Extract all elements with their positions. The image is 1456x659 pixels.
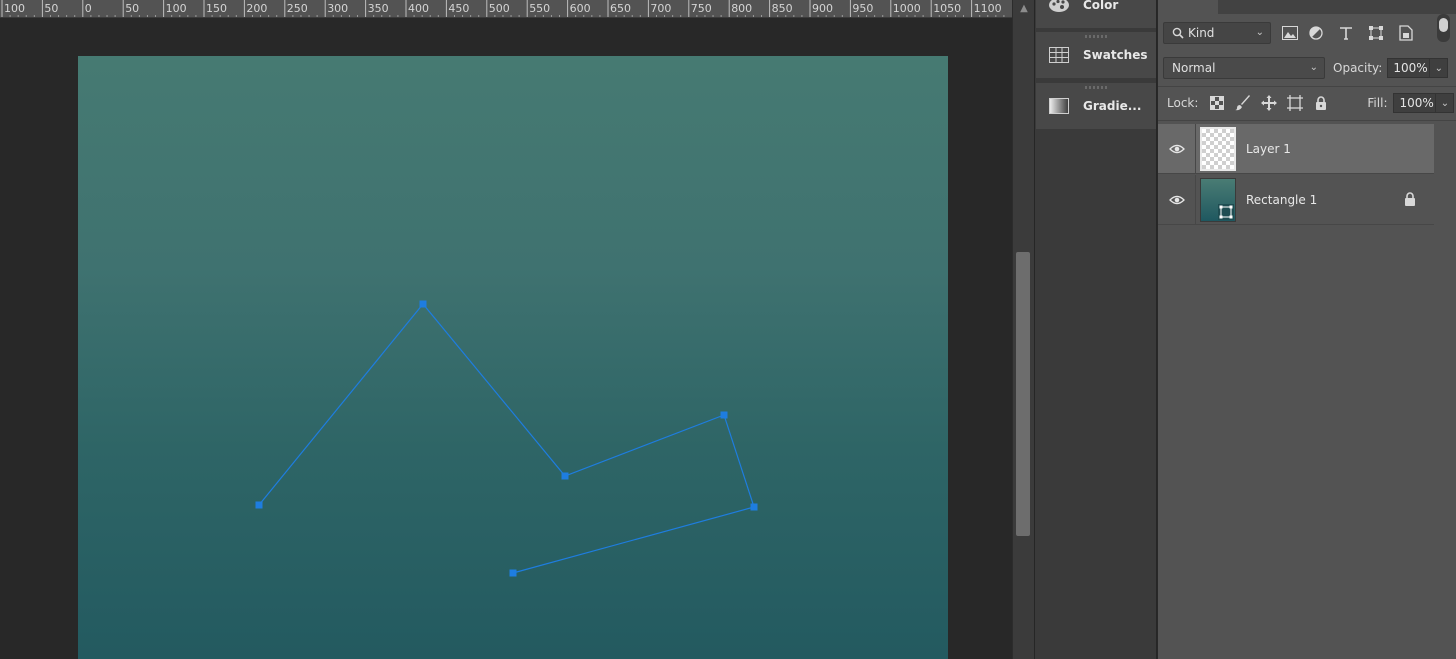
filter-shape-layers-icon[interactable] [1365,22,1387,44]
ruler-label: 100 [166,2,187,15]
lock-all-icon[interactable] [1311,93,1331,113]
gradients-panel-button[interactable]: Gradie... [1036,83,1156,129]
filter-pixel-layers-icon[interactable] [1279,22,1301,44]
panel-grip [1085,86,1107,89]
ruler-label: 800 [731,2,752,15]
layer-row-rectangle-1[interactable]: Rectangle 1 [1158,174,1434,225]
visibility-eye-icon[interactable] [1158,174,1196,225]
swatches-panel-label: Swatches [1083,48,1148,62]
filter-kind-dropdown[interactable]: Kind ⌄ [1163,22,1271,44]
ruler-label: 450 [448,2,469,15]
ruler-label: 150 [206,2,227,15]
chevron-down-icon: ⌄ [1255,27,1264,38]
blend-mode-value: Normal [1172,61,1216,75]
panel-tab-strip [1218,0,1456,14]
gradients-panel-label: Gradie... [1083,99,1142,113]
ruler-label: 1100 [974,2,1002,15]
swatches-grid-icon [1048,46,1070,64]
ruler-label: 850 [772,2,793,15]
scrollbar-thumb[interactable] [1016,252,1030,536]
lock-transparent-pixels-icon[interactable] [1207,93,1227,113]
layer-name[interactable]: Rectangle 1 [1246,193,1317,207]
ruler-label: 1000 [893,2,921,15]
chevron-down-icon: ⌄ [1309,62,1318,73]
fill-input[interactable]: 100% [1393,93,1437,113]
filter-type-layers-icon[interactable] [1335,22,1357,44]
layer-thumbnail[interactable] [1200,126,1236,171]
ruler-label: 750 [691,2,712,15]
fill-chevron-icon[interactable]: ⌄ [1436,93,1455,113]
layer-row-layer-1[interactable]: Layer 1 [1158,123,1434,174]
ruler-label: 500 [489,2,510,15]
layer-locked-icon [1404,192,1416,209]
ruler-label: 1050 [933,2,961,15]
ruler-label: 900 [812,2,833,15]
panel-grip [1085,35,1107,38]
blend-mode-dropdown[interactable]: Normal ⌄ [1163,57,1325,79]
palette-icon [1048,0,1070,14]
document-canvas[interactable] [78,56,948,659]
ruler-label: 650 [610,2,631,15]
ruler-label: 200 [246,2,267,15]
lock-image-pixels-brush-icon[interactable] [1233,93,1253,113]
collapsed-panels-dock: Color Swatches Gradie... [1034,0,1157,659]
opacity-label: Opacity: [1333,61,1383,75]
ruler-label: 600 [570,2,591,15]
canvas-workspace[interactable]: 100 50 0 50 100 150 200 250 300 350 400 450 500 550 60… [0,0,1012,659]
filter-smart-objects-icon[interactable] [1395,22,1417,44]
ruler-label: 350 [368,2,389,15]
layer-thumbnail[interactable] [1200,177,1236,222]
scroll-up-arrow-icon[interactable]: ▲ [1017,2,1031,16]
lock-position-move-icon[interactable] [1259,93,1279,113]
filter-adjustment-layers-icon[interactable] [1305,22,1327,44]
ruler-label: 300 [327,2,348,15]
opacity-input[interactable]: 100% [1387,58,1431,78]
layers-panel-scrollbar[interactable] [1437,14,1450,42]
ruler-ticks: 100 50 0 50 100 150 200 250 300 350 400 450 500 550 60… [1,0,1005,17]
scrollbar-thumb[interactable] [1439,18,1448,32]
ruler-label: 0 [85,2,92,15]
ruler-label: 550 [529,2,550,15]
swatches-panel-button[interactable]: Swatches [1036,32,1156,78]
ruler-label: 100 [4,2,25,15]
search-icon [1172,27,1184,39]
lock-label: Lock: [1167,96,1199,110]
divider [1158,120,1456,121]
color-panel-button[interactable]: Color [1036,0,1156,28]
filter-kind-label: Kind [1188,26,1215,40]
visibility-eye-icon[interactable] [1158,123,1196,174]
blend-opacity-row: Normal ⌄ Opacity: 100% ⌄ [1158,51,1456,85]
ruler-label: 50 [125,2,139,15]
lock-artboard-icon[interactable] [1285,93,1305,113]
layer-filter-row: Kind ⌄ [1158,16,1456,50]
ruler-label: 50 [44,2,58,15]
layer-name[interactable]: Layer 1 [1246,142,1291,156]
horizontal-ruler[interactable]: 100 50 0 50 100 150 200 250 300 350 400 450 500 550 60… [0,0,1012,18]
vertical-scrollbar[interactable]: ▲ [1012,0,1034,659]
lock-fill-row: Lock: Fill: 100% ⌄ [1158,86,1456,120]
shape-layer-badge-icon [1218,203,1234,220]
ruler-label: 400 [408,2,429,15]
ruler-label: 250 [287,2,308,15]
opacity-chevron-icon[interactable]: ⌄ [1430,58,1449,78]
gradient-icon [1048,97,1070,115]
ruler-label: 700 [650,2,671,15]
layers-panel: Kind ⌄ Normal ⌄ Opacity: 100% ⌄ Lock: Fi… [1158,0,1456,659]
ruler-label: 950 [852,2,873,15]
fill-label: Fill: [1367,96,1388,110]
color-panel-label: Color [1083,0,1119,12]
